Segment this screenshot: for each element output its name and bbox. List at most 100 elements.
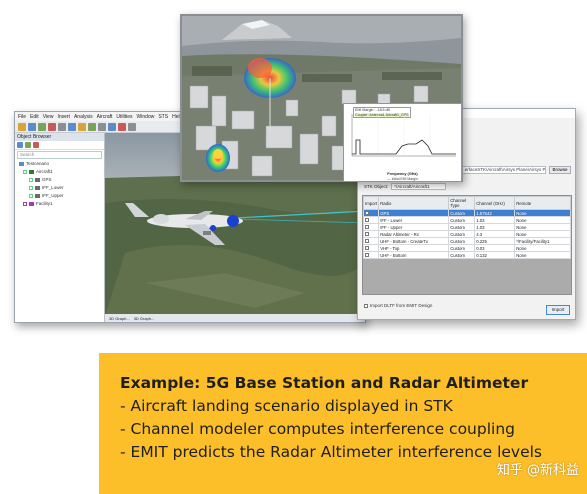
menu-sts[interactable]: STS: [158, 114, 168, 120]
col-channel[interactable]: Channel (GHz): [474, 196, 516, 210]
channel-type-cell[interactable]: Custom: [448, 223, 476, 231]
object-search-input[interactable]: Search: [17, 151, 102, 159]
browse-button[interactable]: Browse: [549, 166, 571, 174]
settings-icon[interactable]: [58, 122, 66, 131]
import-checkbox[interactable]: [365, 239, 369, 244]
globe-icon[interactable]: [68, 122, 76, 131]
stk-object-row: STK Object: */Aircraft/Aircraft1: [364, 183, 447, 190]
design-path-field[interactable]: ...erfaceSTK\Aircraft\Airsys Plane\Airsy…: [458, 166, 546, 174]
record-icon[interactable]: [48, 122, 56, 131]
open-icon[interactable]: [18, 122, 26, 131]
visibility-checkbox[interactable]: [29, 194, 33, 198]
remote-cell[interactable]: None: [514, 223, 571, 231]
object-browser: Object Browser Search Testcenario Aircra…: [15, 133, 105, 322]
import-checkbox[interactable]: [365, 225, 369, 230]
visibility-checkbox[interactable]: [23, 202, 27, 206]
channel-cell[interactable]: 1.03: [474, 223, 516, 231]
col-remote[interactable]: Remote: [514, 196, 571, 210]
table-row[interactable]: UHF - Bottom Custom 0.132 None: [362, 251, 571, 259]
channel-cell[interactable]: 0.132: [474, 251, 516, 259]
grid-header: Import Radio Channel Type Channel (GHz) …: [362, 196, 571, 210]
channel-cell[interactable]: 0.225: [474, 237, 516, 245]
table-row[interactable]: Radar Altimeter - Rx Custom 4.3 None: [362, 230, 571, 238]
delete-icon[interactable]: [33, 142, 39, 148]
remote-cell[interactable]: None: [514, 216, 571, 224]
channel-type-cell[interactable]: Custom: [448, 251, 476, 259]
plot-x-label: Frequency (GHz): [387, 172, 418, 176]
menu-utilities[interactable]: Utilities: [116, 114, 132, 120]
aircraft-icon: [29, 170, 34, 174]
import-button[interactable]: Import: [546, 305, 570, 315]
import-checkbox[interactable]: [365, 253, 369, 258]
import-checkbox[interactable]: [365, 246, 369, 251]
pause-icon[interactable]: [98, 122, 106, 131]
remote-cell[interactable]: */Facility/Facility1: [514, 237, 571, 245]
tree-item-aircraft[interactable]: Aircraft1: [15, 168, 104, 176]
import-checkbox[interactable]: [365, 218, 369, 223]
radio-cell: IFF - Upper: [378, 223, 450, 231]
col-channel-type[interactable]: Channel Type: [448, 196, 476, 210]
menu-analysis[interactable]: Analysis: [74, 114, 93, 120]
import-checkbox[interactable]: [365, 211, 369, 216]
channel-type-cell[interactable]: Custom: [448, 237, 476, 245]
plot-legend: — Initial EMI Margin: [387, 177, 418, 181]
menu-file[interactable]: File: [18, 114, 26, 120]
visibility-checkbox[interactable]: [29, 186, 33, 190]
table-row[interactable]: IFF - Upper Custom 1.03 None: [362, 223, 571, 231]
channel-type-cell[interactable]: Custom: [448, 244, 476, 252]
view-tabs: 3D Graph... 3D Graph...: [105, 314, 365, 322]
channel-cell[interactable]: 1.03: [474, 216, 516, 224]
import-checkbox[interactable]: [365, 232, 369, 237]
remote-cell[interactable]: None: [514, 244, 571, 252]
properties-icon[interactable]: [25, 142, 31, 148]
zoom-icon[interactable]: [128, 122, 136, 131]
tree-item-iff-upper[interactable]: IFF_Upper: [15, 192, 104, 200]
table-row[interactable]: VHF - Top Custom 0.03 None: [362, 244, 571, 252]
channel-type-cell[interactable]: Custom: [448, 209, 476, 217]
play-icon[interactable]: [88, 122, 96, 131]
step-icon[interactable]: [108, 122, 116, 131]
remote-cell[interactable]: None: [514, 209, 571, 217]
channel-type-cell[interactable]: Custom: [448, 230, 476, 238]
emit-spectrum-plot: EMI Margin : -18.5 dB Coupler: Antenna1 …: [343, 103, 462, 182]
table-row[interactable]: UHF - Bottom - CreateTx Custom 0.225 */F…: [362, 237, 571, 245]
tree-item-facility[interactable]: Facility1: [15, 200, 104, 208]
channel-type-cell[interactable]: Custom: [448, 216, 476, 224]
col-import[interactable]: Import: [362, 196, 380, 210]
new-scenario-icon[interactable]: [38, 122, 46, 131]
visibility-checkbox[interactable]: [29, 178, 33, 182]
radio-cell: GPS: [378, 209, 450, 217]
menu-insert[interactable]: Insert: [57, 114, 70, 120]
table-row[interactable]: IFF - Lower Custom 1.03 None: [362, 216, 571, 224]
import-dltf-checkbox[interactable]: [364, 303, 368, 308]
remote-cell[interactable]: None: [514, 230, 571, 238]
tab-3d-graph-1[interactable]: 3D Graph...: [109, 316, 130, 321]
facility-icon: [29, 202, 34, 206]
stk-object-select[interactable]: */Aircraft/Aircraft1: [391, 183, 447, 190]
channel-cell[interactable]: 0.03: [474, 244, 516, 252]
save-icon[interactable]: [28, 122, 36, 131]
tree-item-iff-lower[interactable]: IFF_Lower: [15, 184, 104, 192]
object-browser-toolbar: [15, 141, 104, 150]
import-dltf-option[interactable]: Import DLTF from EMIT Design: [364, 303, 432, 308]
tree-item-scenario[interactable]: Testcenario: [15, 160, 104, 168]
menu-aircraft[interactable]: Aircraft: [97, 114, 113, 120]
folder-icon[interactable]: [78, 122, 86, 131]
menu-view[interactable]: View: [43, 114, 54, 120]
antenna-icon: [35, 178, 40, 182]
menu-window[interactable]: Window: [137, 114, 155, 120]
col-radio[interactable]: Radio: [378, 196, 450, 210]
tree-item-gps[interactable]: GPS: [15, 176, 104, 184]
table-row[interactable]: GPS Custom 1.57542 None: [362, 209, 571, 217]
visibility-checkbox[interactable]: [23, 170, 27, 174]
stop-icon[interactable]: [118, 122, 126, 131]
import-dltf-label: Import DLTF from EMIT Design: [370, 303, 433, 308]
channel-cell[interactable]: 1.57542: [474, 209, 516, 217]
radio-cell: UHF - Bottom: [378, 251, 450, 259]
tab-3d-graph-2[interactable]: 3D Graph...: [134, 316, 155, 321]
channel-cell[interactable]: 4.3: [474, 230, 516, 238]
menu-edit[interactable]: Edit: [30, 114, 39, 120]
remote-cell[interactable]: None: [514, 251, 571, 259]
zhihu-watermark: 知乎 @新科益: [496, 463, 579, 478]
new-object-icon[interactable]: [17, 142, 23, 148]
